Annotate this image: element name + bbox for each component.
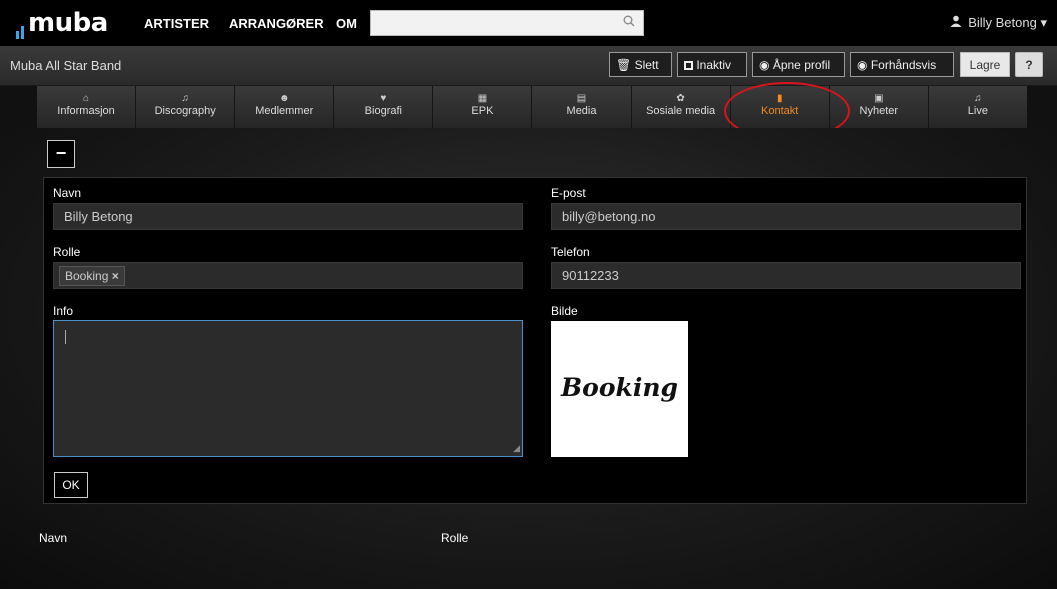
calendar-icon: ▦: [477, 93, 488, 104]
tab-epk[interactable]: ▦ EPK: [433, 86, 533, 128]
file-icon: ▤: [576, 93, 587, 104]
tab-label: Sosiale media: [646, 105, 716, 117]
info-label: Info: [53, 304, 74, 318]
inactive-button[interactable]: Inaktiv: [677, 52, 747, 77]
email-field[interactable]: billy@betong.no: [551, 203, 1021, 230]
save-button[interactable]: Lagre: [960, 52, 1010, 77]
logo-bars-icon: [16, 9, 26, 39]
delete-button[interactable]: 🗑 Slett: [609, 52, 672, 77]
info-textarea[interactable]: ◢: [53, 320, 523, 457]
chevron-down-icon: ▾: [1040, 15, 1047, 30]
list-header-name: Navn: [39, 531, 68, 545]
group-icon: ☻: [278, 93, 290, 104]
open-profile-label: Åpne profil: [772, 58, 831, 72]
tab-label: Medlemmer: [255, 105, 314, 117]
band-toolbar: Muba All Star Band 🗑 Slett Inaktiv ◉ Åpn…: [0, 46, 1057, 86]
search-icon[interactable]: [623, 15, 635, 30]
list-header-role: Rolle: [441, 531, 469, 545]
help-button[interactable]: ?: [1015, 52, 1043, 77]
checkbox-icon: [684, 61, 693, 70]
tab-medlemmer[interactable]: ☻ Medlemmer: [235, 86, 335, 128]
tab-label: EPK: [471, 105, 494, 117]
tab-live[interactable]: ♫ Live: [928, 86, 1027, 128]
name-label: Navn: [53, 186, 82, 200]
text-caret: [65, 330, 66, 344]
tab-discography[interactable]: ♫ Discography: [136, 86, 236, 128]
delete-button-label: Slett: [634, 58, 659, 72]
email-label: E-post: [551, 186, 586, 200]
profile-tabs: ⌂ Informasjon ♫ Discography ☻ Medlemmer ♥ Bi…: [37, 86, 1027, 128]
top-navbar: muba ARTISTER ARRANGØRER OM Billy Betong…: [0, 0, 1057, 46]
logo-text: muba: [28, 8, 108, 38]
user-menu[interactable]: Billy Betong ▾: [950, 15, 1047, 31]
music-note-icon: ♫: [181, 93, 189, 104]
search-input[interactable]: [370, 10, 644, 36]
tab-label: Biografi: [364, 105, 402, 117]
phone-label: Telefon: [551, 245, 590, 259]
nav-arrangorer[interactable]: ARRANGØRER: [229, 16, 324, 31]
tab-label: Media: [566, 105, 597, 117]
gear-icon: ✿: [676, 93, 685, 104]
trash-icon: 🗑: [616, 58, 632, 72]
image-label: Bilde: [551, 304, 578, 318]
preview-button[interactable]: ◉ Forhåndsvis: [850, 52, 954, 77]
user-name: Billy Betong: [968, 15, 1037, 30]
tab-label: Informasjon: [57, 105, 115, 117]
user-icon: [950, 15, 962, 30]
contact-image[interactable]: Booking: [551, 321, 688, 457]
eye-icon: ◉: [857, 58, 868, 72]
ok-button[interactable]: OK: [54, 472, 88, 498]
eye-icon: ◉: [759, 58, 770, 72]
tab-media[interactable]: ▤ Media: [532, 86, 632, 128]
nav-om[interactable]: OM: [336, 16, 357, 31]
booking-image-text: Booking: [561, 373, 678, 402]
phone-field[interactable]: 90112233: [551, 262, 1021, 289]
tab-label: Nyheter: [859, 105, 899, 117]
music-note-icon: ♫: [974, 93, 982, 104]
tab-label: Live: [967, 105, 988, 117]
muba-logo[interactable]: muba: [16, 8, 108, 39]
inactive-button-label: Inaktiv: [696, 58, 732, 72]
preview-label: Forhåndsvis: [870, 58, 937, 72]
tab-sosiale-media[interactable]: ✿ Sosiale media: [631, 86, 731, 128]
remove-tag-icon[interactable]: ×: [112, 269, 119, 283]
open-profile-button[interactable]: ◉ Åpne profil: [752, 52, 845, 77]
tab-label: Discography: [154, 105, 216, 117]
heart-icon: ♥: [380, 93, 387, 104]
band-name: Muba All Star Band: [10, 58, 122, 73]
resize-grip-icon[interactable]: ◢: [513, 443, 520, 454]
role-field[interactable]: Booking ×: [53, 262, 523, 289]
role-label: Rolle: [53, 245, 81, 259]
role-tag: Booking ×: [59, 266, 125, 286]
tab-biografi[interactable]: ♥ Biografi: [334, 86, 434, 128]
role-tag-label: Booking: [65, 269, 109, 283]
tab-informasjon[interactable]: ⌂ Informasjon: [37, 86, 137, 128]
home-icon: ⌂: [83, 93, 90, 104]
name-field[interactable]: Billy Betong: [53, 203, 523, 230]
collapse-button[interactable]: −: [47, 140, 75, 168]
nav-artister[interactable]: ARTISTER: [144, 16, 209, 31]
